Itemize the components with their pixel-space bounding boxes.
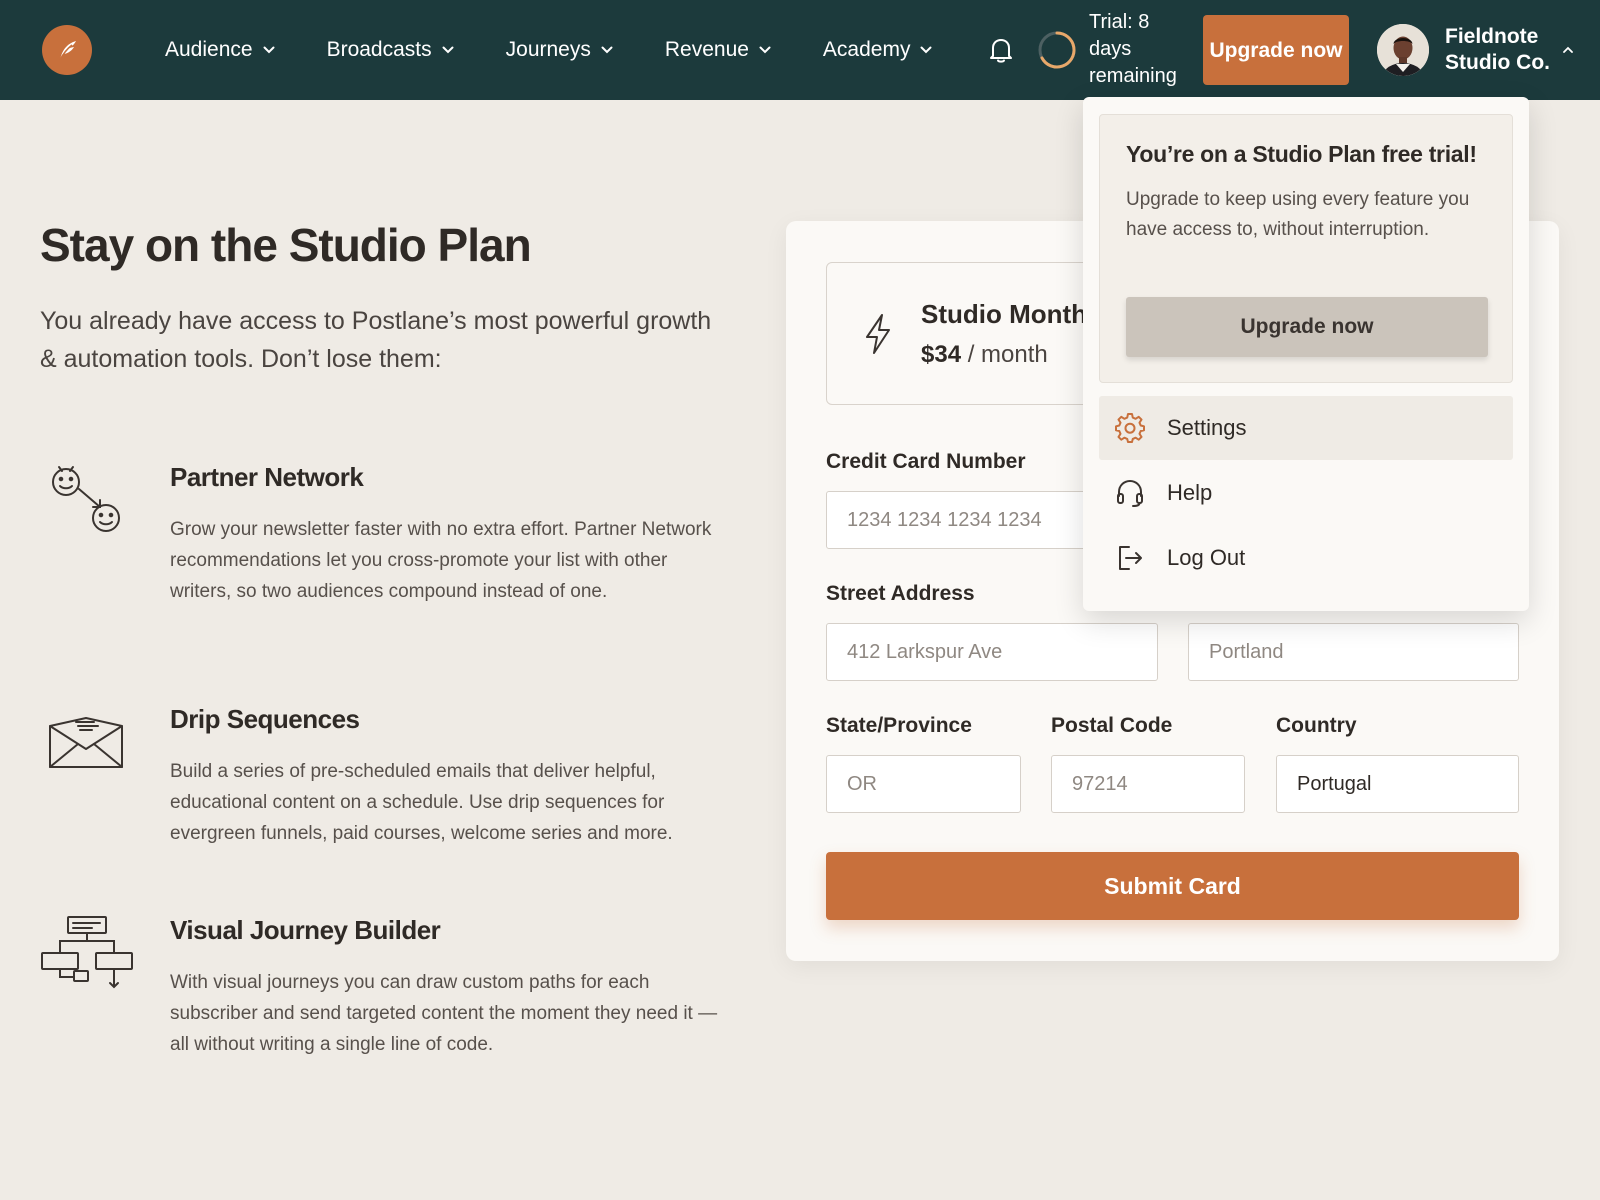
- trial-notice-title: You’re on a Studio Plan free trial!: [1126, 141, 1477, 167]
- avatar[interactable]: [1377, 24, 1429, 76]
- dropdown-upgrade-now-button[interactable]: Upgrade now: [1126, 297, 1488, 357]
- submit-card-button[interactable]: Submit Card: [826, 852, 1519, 920]
- user-avatar-icon: [1377, 24, 1429, 76]
- page-title: Stay on the Studio Plan: [40, 219, 532, 271]
- logout-icon: [1119, 546, 1142, 570]
- envelope-icon: [49, 717, 123, 768]
- feature-title: Visual Journey Builder: [170, 915, 441, 945]
- lightning-bolt-icon: [866, 314, 890, 354]
- menu-item-log-out[interactable]: Log Out: [1099, 526, 1513, 590]
- account-dropdown-menu: You’re on a Studio Plan free trial! Upgr…: [1083, 97, 1529, 611]
- plan-name: Studio Monthly: [921, 299, 1109, 329]
- nav-revenue[interactable]: Revenue: [665, 38, 771, 62]
- card-number-label: Credit Card Number: [826, 450, 1026, 473]
- feature-title: Partner Network: [170, 462, 364, 492]
- feature-description: Build a series of pre-scheduled emails t…: [170, 761, 673, 844]
- account-name[interactable]: Fieldnote Studio Co.: [1445, 24, 1565, 76]
- nav-audience-label: Audience: [165, 38, 253, 61]
- main-nav: Audience Broadcasts Journeys Revenue Aca…: [165, 0, 984, 100]
- chevron-down-icon: [759, 46, 771, 54]
- menu-item-label: Help: [1167, 480, 1213, 505]
- nav-academy-label: Academy: [822, 38, 911, 61]
- postal-code-input[interactable]: [1051, 755, 1245, 813]
- plan-price-amount: $34: [921, 341, 962, 368]
- country-select[interactable]: [1276, 755, 1519, 813]
- street-address-input[interactable]: [826, 623, 1158, 681]
- nav-broadcasts[interactable]: Broadcasts: [327, 38, 454, 62]
- menu-item-label: Settings: [1167, 415, 1247, 440]
- page-intro: You already have access to Postlane’s mo…: [40, 307, 712, 373]
- chevron-up-icon[interactable]: [1563, 46, 1573, 53]
- postlane-logo[interactable]: [42, 25, 92, 75]
- nav-journeys[interactable]: Journeys: [506, 38, 613, 62]
- upgrade-now-button[interactable]: Upgrade now: [1203, 15, 1349, 85]
- nav-journeys-label: Journeys: [505, 38, 591, 61]
- trial-days-remaining: Trial: 8 days remaining: [1089, 11, 1177, 87]
- country-label: Country: [1276, 714, 1357, 737]
- nav-revenue-label: Revenue: [664, 38, 749, 61]
- chevron-down-icon: [601, 46, 613, 54]
- chevron-down-icon: [442, 46, 454, 54]
- gear-icon: [1115, 413, 1145, 443]
- partner-network-icon: [52, 466, 120, 532]
- nav-broadcasts-label: Broadcasts: [326, 38, 432, 61]
- nav-academy[interactable]: Academy: [823, 38, 933, 62]
- menu-item-help[interactable]: Help: [1099, 461, 1513, 525]
- trial-notice-description: Upgrade to keep using every feature you …: [1126, 189, 1470, 240]
- feature-title: Drip Sequences: [170, 704, 360, 734]
- nav-audience[interactable]: Audience: [165, 38, 275, 62]
- feather-icon: [59, 41, 76, 61]
- street-address-label: Street Address: [826, 582, 975, 605]
- chevron-down-icon: [920, 46, 932, 54]
- bell-icon[interactable]: [988, 36, 1014, 64]
- state-label: State/Province: [826, 714, 972, 737]
- postal-code-label: Postal Code: [1051, 714, 1173, 737]
- feature-description: Grow your newsletter faster with no extr…: [170, 519, 712, 602]
- city-input[interactable]: [1188, 623, 1519, 681]
- plan-price: $34 / month: [921, 341, 1048, 369]
- top-navbar: Audience Broadcasts Journeys Revenue Aca…: [0, 0, 1600, 100]
- flowchart-icon: [41, 916, 133, 989]
- plan-price-period: / month: [961, 341, 1048, 368]
- menu-item-label: Log Out: [1167, 545, 1246, 570]
- menu-item-settings[interactable]: Settings: [1099, 396, 1513, 460]
- chevron-down-icon: [263, 46, 275, 54]
- trial-notice: You’re on a Studio Plan free trial! Upgr…: [1099, 114, 1513, 383]
- trial-progress-ring: [1038, 31, 1076, 69]
- state-input[interactable]: [826, 755, 1021, 813]
- headset-icon: [1117, 479, 1143, 507]
- feature-description: With visual journeys you can draw custom…: [170, 972, 718, 1055]
